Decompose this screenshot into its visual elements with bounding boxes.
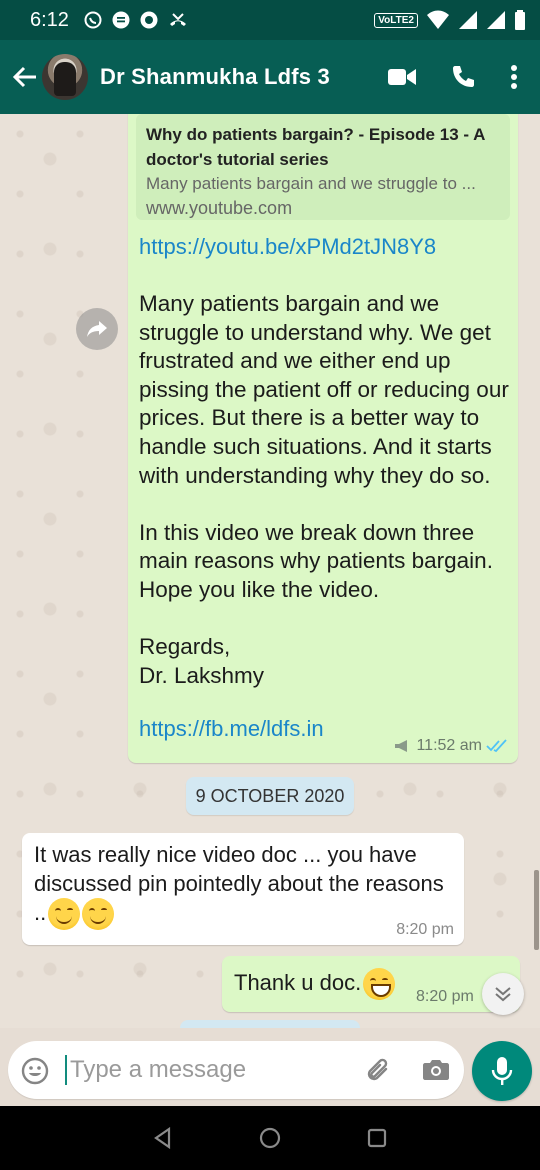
- whatsapp-notification-icon: [84, 11, 102, 29]
- voice-call-icon[interactable]: [450, 64, 476, 90]
- more-options-icon[interactable]: [510, 64, 518, 90]
- system-nav-bar: [0, 1106, 540, 1170]
- incoming-message-bubble[interactable]: It was really nice video doc ... you hav…: [22, 833, 464, 945]
- forward-button[interactable]: [76, 308, 118, 350]
- message-time: 8:20 pm: [396, 921, 454, 938]
- forward-icon: [87, 321, 107, 337]
- missed-call-icon: [169, 13, 186, 26]
- video-call-icon[interactable]: [388, 67, 416, 87]
- outgoing-message-bubble[interactable]: Thank u doc. 8:20 pm: [222, 956, 520, 1012]
- broadcast-icon: [395, 740, 408, 752]
- outgoing-message-text: Thank u doc.: [234, 969, 362, 995]
- input-placeholder: Type a message: [70, 1056, 247, 1083]
- smiling-emoji: [82, 898, 115, 931]
- nav-home-icon[interactable]: [258, 1126, 282, 1150]
- preview-title: Why do patients bargain? - Episode 13 - …: [146, 125, 485, 169]
- back-button[interactable]: [10, 57, 40, 97]
- link-preview-card[interactable]: Why do patients bargain? - Episode 13 - …: [136, 114, 510, 220]
- smiling-emoji: [48, 898, 81, 931]
- attachment-icon[interactable]: [364, 1056, 394, 1086]
- voice-record-button[interactable]: [472, 1041, 532, 1101]
- wifi-icon: [427, 10, 449, 29]
- signal-icon-2: [487, 11, 505, 29]
- contact-name[interactable]: Dr Shanmukha Ldfs 3: [100, 64, 388, 90]
- text-cursor: [65, 1055, 67, 1085]
- microphone-icon: [491, 1057, 513, 1085]
- scroll-to-bottom-button[interactable]: [482, 973, 524, 1015]
- grinning-emoji: [363, 968, 396, 1000]
- emoji-icon[interactable]: [20, 1056, 50, 1086]
- preview-description: Many patients bargain and we struggle to…: [146, 174, 476, 193]
- chat-header: Dr Shanmukha Ldfs 3: [0, 40, 540, 114]
- message-notification-icon: [112, 11, 130, 29]
- outgoing-message-bubble[interactable]: Why do patients bargain? - Episode 13 - …: [128, 114, 518, 763]
- camera-icon[interactable]: [422, 1057, 450, 1083]
- date-separator: 9 OCTOBER 2020: [186, 777, 354, 815]
- status-bar: 6:12 VoLTE2: [0, 0, 540, 40]
- status-time: 6:12: [30, 8, 69, 31]
- message-text: Many patients bargain and we struggle to…: [139, 291, 509, 688]
- read-receipt-icon: [486, 739, 507, 753]
- preview-domain: www.youtube.com: [146, 198, 293, 218]
- nav-recents-icon[interactable]: [366, 1127, 388, 1149]
- contact-avatar[interactable]: [42, 54, 88, 100]
- message-time: 11:52 am: [416, 737, 482, 754]
- battery-icon: [515, 10, 525, 30]
- message-input[interactable]: Type a message: [8, 1041, 464, 1099]
- composer-bar: Type a message: [0, 1028, 540, 1106]
- volte-badge: VoLTE2: [374, 12, 418, 28]
- signature-link[interactable]: https://fb.me/ldfs.in: [139, 716, 324, 742]
- message-time: 8:20 pm: [416, 988, 474, 1005]
- double-chevron-down-icon: [495, 987, 511, 1002]
- back-arrow-icon: [12, 66, 36, 88]
- youtube-link[interactable]: https://youtu.be/xPMd2tJN8Y8: [139, 234, 436, 260]
- chat-area[interactable]: Why do patients bargain? - Episode 13 - …: [0, 114, 540, 1028]
- signal-icon-1: [459, 11, 477, 29]
- scrollbar[interactable]: [534, 870, 539, 950]
- record-notification-icon: [140, 11, 158, 29]
- date-separator-partial: [180, 1020, 360, 1028]
- nav-back-icon[interactable]: [152, 1127, 174, 1149]
